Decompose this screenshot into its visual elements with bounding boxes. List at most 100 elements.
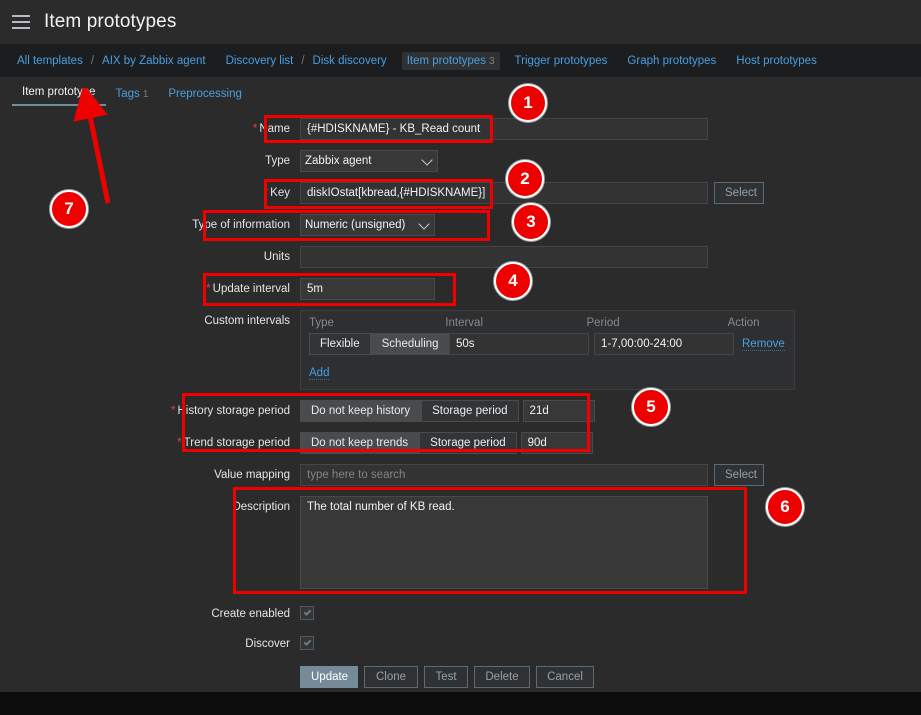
tab-preprocessing[interactable]: Preprocessing (158, 84, 252, 106)
required-asterisk: * (252, 123, 258, 135)
trend-storage-period-input[interactable] (520, 432, 593, 454)
required-asterisk: * (206, 283, 211, 295)
value-mapping-input[interactable] (300, 464, 708, 486)
field-row-history-storage-period: * History storage period Do not keep hist… (0, 400, 595, 422)
annotation-marker-2: 2 (506, 160, 544, 198)
label-name: * Name (252, 123, 290, 135)
field-row-units: Units (0, 246, 708, 268)
tab-tags[interactable]: Tags 1 (106, 84, 159, 106)
check-icon (303, 638, 311, 646)
breadcrumb-item-discovery-list[interactable]: Discovery list (221, 52, 299, 70)
field-row-type: Type Zabbix agent (0, 150, 438, 172)
page-title: Item prototypes (44, 11, 177, 32)
label-update-interval: * Update interval (206, 283, 290, 295)
period-input[interactable] (594, 333, 734, 355)
field-row-custom-intervals: Custom intervals Type Interval Period Ac… (0, 310, 795, 390)
key-input[interactable] (300, 182, 708, 204)
label-history-storage-period: * History storage period (171, 405, 290, 417)
breadcrumb-item-trigger-prototypes[interactable]: Trigger prototypes (510, 52, 613, 70)
field-row-discover: Discover (0, 636, 314, 652)
column-header-type: Type (309, 317, 334, 329)
toggle-scheduling[interactable]: Scheduling (370, 333, 450, 355)
required-asterisk: * (177, 437, 182, 449)
field-row-trend-storage-period: * Trend storage period Do not keep trends… (0, 432, 593, 454)
label-value-mapping: Value mapping (214, 469, 290, 481)
history-storage-toggle: Do not keep history Storage period (300, 400, 519, 422)
update-interval-input[interactable] (300, 278, 435, 300)
label-type-of-information: Type of information (192, 219, 290, 231)
tab-label: Tags (115, 88, 140, 100)
toggle-do-not-keep-history[interactable]: Do not keep history (300, 400, 422, 422)
breadcrumb-item-host-prototypes[interactable]: Host prototypes (731, 52, 822, 70)
field-row-create-enabled: Create enabled (0, 606, 314, 622)
toggle-do-not-keep-trends[interactable]: Do not keep trends (300, 432, 420, 454)
column-header-period: Period (586, 317, 620, 329)
history-storage-period-input[interactable] (522, 400, 595, 422)
description-textarea[interactable] (300, 496, 708, 589)
annotation-marker-5: 5 (632, 388, 670, 426)
key-select-button[interactable]: Select (714, 182, 764, 204)
tab-label: Item prototype (22, 86, 96, 98)
cancel-button[interactable]: Cancel (536, 666, 594, 688)
top-header: Item prototypes (0, 0, 921, 44)
label-type: Type (265, 155, 290, 167)
toggle-trend-storage-period[interactable]: Storage period (419, 432, 517, 454)
field-row-description: Description (0, 496, 708, 589)
tab-item-prototype[interactable]: Item prototype (12, 82, 106, 106)
type-select-wrapper: Zabbix agent (300, 150, 438, 172)
zabbix-item-prototype-page: Item prototypes All templates / AIX by Z… (0, 0, 921, 715)
breadcrumb-separator: / (301, 54, 305, 67)
remove-interval-link[interactable]: Remove (742, 338, 785, 351)
required-asterisk: * (263, 187, 269, 199)
breadcrumb: All templates / AIX by Zabbix agent Disc… (0, 44, 921, 78)
custom-interval-row: Flexible Scheduling Remove (309, 333, 786, 355)
type-select[interactable]: Zabbix agent (300, 150, 438, 172)
label-description: Description (232, 501, 290, 513)
label-trend-storage-period: * Trend storage period (177, 437, 290, 449)
test-button[interactable]: Test (424, 666, 468, 688)
tab-label: Preprocessing (168, 88, 242, 100)
toggle-history-storage-period[interactable]: Storage period (421, 400, 519, 422)
tab-bar: Item prototype Tags 1 Preprocessing (0, 78, 921, 106)
label-discover: Discover (245, 638, 290, 650)
create-enabled-checkbox[interactable] (300, 606, 314, 620)
annotation-marker-6: 6 (766, 488, 804, 526)
breadcrumb-separator: / (90, 54, 95, 67)
name-input[interactable] (300, 118, 708, 140)
annotation-marker-3: 3 (512, 203, 550, 241)
add-interval-wrapper: Add (309, 363, 786, 381)
column-header-action: Action (727, 317, 760, 329)
value-mapping-select-button[interactable]: Select (714, 464, 764, 486)
breadcrumb-item-disk-discovery[interactable]: Disk discovery (308, 52, 392, 70)
breadcrumb-item-all-templates[interactable]: All templates (12, 52, 88, 70)
label-create-enabled: Create enabled (211, 608, 290, 620)
type-of-information-select-wrapper: Numeric (unsigned) (300, 214, 435, 236)
check-icon (303, 608, 311, 616)
annotation-marker-7: 7 (50, 190, 88, 228)
clone-button[interactable]: Clone (364, 666, 418, 688)
tab-count: 1 (142, 89, 149, 100)
update-button[interactable]: Update (300, 666, 358, 688)
delete-button[interactable]: Delete (474, 666, 530, 688)
breadcrumb-item-item-prototypes[interactable]: Item prototypes 3 (401, 51, 500, 70)
breadcrumb-item-graph-prototypes[interactable]: Graph prototypes (622, 52, 721, 70)
custom-intervals-header: Type Interval Period Action (309, 317, 786, 333)
discover-checkbox[interactable] (300, 636, 314, 650)
label-key: * Key (263, 187, 290, 199)
annotation-marker-1: 1 (509, 84, 547, 122)
breadcrumb-item-count: 3 (488, 55, 495, 67)
field-row-value-mapping: Value mapping Select (0, 464, 764, 486)
hamburger-icon[interactable] (12, 15, 30, 29)
interval-input[interactable] (449, 333, 589, 355)
toggle-flexible[interactable]: Flexible (309, 333, 371, 355)
type-of-information-select[interactable]: Numeric (unsigned) (300, 214, 435, 236)
field-row-update-interval: * Update interval (0, 278, 435, 300)
custom-intervals-box: Type Interval Period Action Flexible Sch… (300, 310, 795, 390)
field-row-name: * Name (0, 118, 708, 140)
trend-storage-toggle: Do not keep trends Storage period (300, 432, 517, 454)
form-action-buttons: Update Clone Test Delete Cancel (0, 666, 594, 688)
annotation-marker-4: 4 (494, 262, 532, 300)
add-interval-link[interactable]: Add (309, 367, 330, 380)
required-asterisk: * (171, 405, 176, 417)
breadcrumb-item-aix-by-zabbix-agent[interactable]: AIX by Zabbix agent (97, 52, 211, 70)
